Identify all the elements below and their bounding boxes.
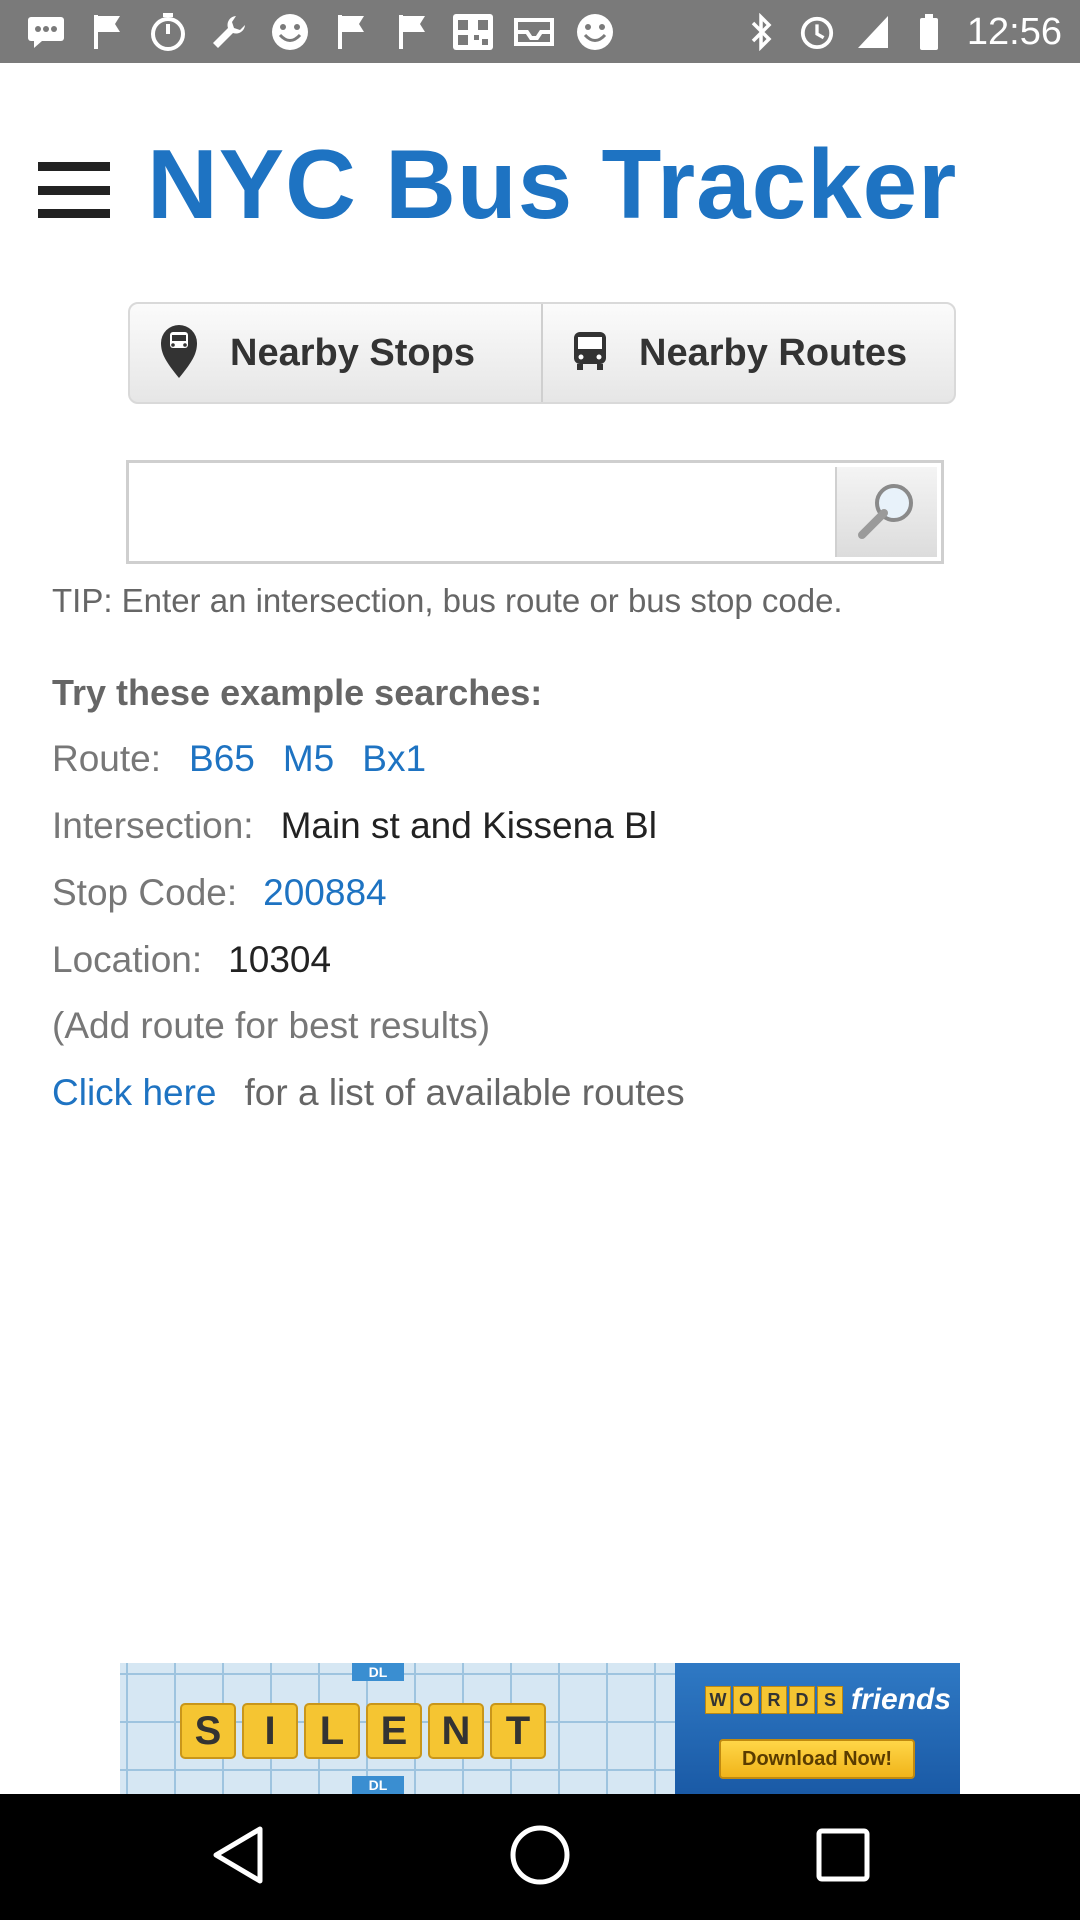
route-label: Route: — [52, 738, 162, 779]
menu-line — [38, 162, 110, 171]
message-icon — [24, 10, 68, 54]
back-button[interactable] — [206, 1824, 272, 1890]
click-here-suffix: for a list of available routes — [244, 1072, 685, 1113]
ad-letter-tile: N — [428, 1703, 484, 1759]
timer-icon — [146, 10, 190, 54]
route-link-b65[interactable]: B65 — [189, 738, 255, 780]
intersection-label: Intersection: — [52, 805, 254, 846]
ad-brand-panel: W O R D S friends Download Now! — [675, 1663, 960, 1794]
ad-game-board: DL S I L E N T DL — [120, 1663, 675, 1794]
location-example: Location: 10304 — [52, 939, 331, 981]
notification-icons — [24, 10, 617, 54]
bus-icon — [571, 330, 609, 377]
system-icons: 12:56 — [743, 10, 1062, 54]
ad-download-button[interactable]: Download Now! — [719, 1739, 915, 1779]
tab-label: Nearby Routes — [639, 331, 908, 374]
flag-icon — [329, 10, 373, 54]
bluetooth-icon — [743, 10, 779, 54]
ad-letter-tile: E — [366, 1703, 422, 1759]
search-button[interactable] — [835, 467, 937, 557]
menu-line — [38, 209, 110, 218]
app-title: NYC Bus Tracker — [147, 129, 958, 239]
route-link-bx1[interactable]: Bx1 — [362, 738, 426, 780]
tip-text: TIP: Enter an intersection, bus route or… — [52, 582, 843, 619]
intersection-example: Intersection: Main st and Kissena Bl — [52, 805, 657, 847]
ad-banner[interactable]: DL S I L E N T DL W O R D S friends Down… — [120, 1663, 960, 1794]
search-box — [126, 460, 944, 564]
tab-nearby-stops[interactable]: Nearby Stops — [130, 304, 541, 402]
route-link-m5[interactable]: M5 — [283, 738, 334, 780]
examples-heading: Try these example searches: — [52, 672, 543, 713]
screen: 12:56 NYC Bus Tracker Nearby Stops Nearb… — [0, 0, 1080, 1920]
battery-icon — [911, 10, 947, 54]
menu-icon[interactable] — [38, 162, 110, 218]
alarm-icon — [799, 10, 835, 54]
intersection-value[interactable]: Main st and Kissena Bl — [281, 805, 657, 847]
stop-code-link[interactable]: 200884 — [263, 872, 386, 914]
tab-bar: Nearby Stops Nearby Routes — [128, 302, 956, 404]
ad-letter-tile: L — [304, 1703, 360, 1759]
route-note: (Add route for best results) — [52, 1005, 490, 1047]
status-bar: 12:56 — [0, 0, 1080, 63]
smiley-icon — [268, 10, 312, 54]
stop-code-example: Stop Code: 200884 — [52, 872, 387, 914]
available-routes-row: Click here for a list of available route… — [52, 1072, 685, 1114]
ad-dl-tile: DL — [352, 1776, 404, 1794]
ad-brand-tile: W — [705, 1686, 731, 1714]
ad-brand-tile: D — [789, 1686, 815, 1714]
signal-icon — [855, 10, 891, 54]
ad-brand-friends: friends — [851, 1683, 952, 1716]
ad-letter-tile: T — [490, 1703, 546, 1759]
route-note-text: (Add route for best results) — [52, 1005, 491, 1046]
location-label: Location: — [52, 939, 203, 980]
ad-brand-tile: S — [817, 1686, 843, 1714]
home-button[interactable] — [507, 1824, 573, 1890]
ad-logo: W O R D S friends — [705, 1683, 951, 1717]
navigation-bar — [0, 1794, 1080, 1920]
qr-icon — [451, 10, 495, 54]
route-examples: Route: B65 M5 Bx1 — [52, 738, 454, 780]
ad-brand-tile: R — [761, 1686, 787, 1714]
ad-dl-tile: DL — [352, 1663, 404, 1681]
click-here-link[interactable]: Click here — [52, 1072, 217, 1114]
search-input[interactable] — [133, 467, 833, 557]
status-time: 12:56 — [966, 10, 1062, 53]
menu-line — [38, 185, 110, 195]
flag-icon — [390, 10, 434, 54]
ad-brand-tile: O — [733, 1686, 759, 1714]
ad-letter-tile: I — [242, 1703, 298, 1759]
home-icon — [509, 1824, 571, 1891]
search-icon — [854, 477, 920, 548]
tab-label: Nearby Stops — [230, 331, 475, 374]
wrench-icon — [207, 10, 251, 54]
bus-stop-icon — [158, 322, 200, 385]
flag-icon — [85, 10, 129, 54]
tab-nearby-routes[interactable]: Nearby Routes — [541, 304, 954, 402]
ad-word-tiles: S I L E N T — [180, 1703, 546, 1759]
tray-icon — [512, 10, 556, 54]
location-value[interactable]: 10304 — [228, 939, 331, 981]
recent-apps-button[interactable] — [810, 1824, 876, 1890]
smiley-icon — [573, 10, 617, 54]
stop-code-label: Stop Code: — [52, 872, 238, 913]
back-icon — [210, 1824, 268, 1891]
recent-apps-icon — [815, 1827, 871, 1888]
ad-letter-tile: S — [180, 1703, 236, 1759]
